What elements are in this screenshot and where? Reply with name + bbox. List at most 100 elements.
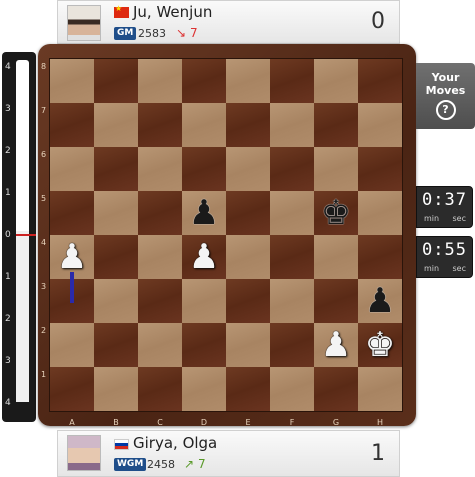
square-a1[interactable] — [50, 367, 94, 411]
evaluation-tick: 4 — [5, 398, 11, 408]
top-player-score: 0 — [371, 9, 385, 34]
square-g7[interactable] — [314, 103, 358, 147]
top-clock-time: 0:37 — [422, 190, 467, 210]
square-c3[interactable] — [138, 279, 182, 323]
square-h6[interactable] — [358, 147, 402, 191]
square-b7[interactable] — [94, 103, 138, 147]
square-c6[interactable] — [138, 147, 182, 191]
square-g6[interactable] — [314, 147, 358, 191]
white-pawn-g2[interactable]: ♟ — [314, 323, 358, 367]
square-h8[interactable] — [358, 59, 402, 103]
square-d7[interactable] — [182, 103, 226, 147]
square-b1[interactable] — [94, 367, 138, 411]
square-d4[interactable]: ♟ — [182, 235, 226, 279]
square-e8[interactable] — [226, 59, 270, 103]
square-g2[interactable]: ♟ — [314, 323, 358, 367]
bottom-clock-time: 0:55 — [422, 240, 467, 260]
square-g4[interactable] — [314, 235, 358, 279]
bottom-player-clock: 0:55 min sec — [416, 236, 473, 278]
white-king-h2[interactable]: ♚ — [358, 323, 402, 367]
top-player-rating: 2583 — [138, 27, 166, 40]
square-c8[interactable] — [138, 59, 182, 103]
square-f1[interactable] — [270, 367, 314, 411]
top-player-rating-change: 7 — [190, 26, 198, 40]
russia-flag-icon — [114, 439, 129, 450]
square-g5[interactable]: ♚ — [314, 191, 358, 235]
square-f7[interactable] — [270, 103, 314, 147]
your-moves-button[interactable]: Your Moves ? — [416, 63, 475, 129]
square-f5[interactable] — [270, 191, 314, 235]
square-b6[interactable] — [94, 147, 138, 191]
square-g3[interactable] — [314, 279, 358, 323]
top-player-avatar[interactable] — [67, 5, 101, 41]
top-player-name[interactable]: Ju, Wenjun — [133, 3, 212, 21]
square-d3[interactable] — [182, 279, 226, 323]
square-d1[interactable] — [182, 367, 226, 411]
square-d8[interactable] — [182, 59, 226, 103]
rank-label-1: 1 — [41, 370, 47, 379]
black-pawn-h3[interactable]: ♟ — [358, 279, 402, 323]
rank-label-2: 2 — [41, 326, 47, 335]
top-player-bar: Ju, Wenjun GM 2583 ↘ 7 0 — [57, 0, 400, 44]
square-f2[interactable] — [270, 323, 314, 367]
evaluation-tick: 3 — [5, 104, 11, 114]
rating-down-arrow-icon: ↘ — [176, 26, 187, 40]
square-c7[interactable] — [138, 103, 182, 147]
square-g8[interactable] — [314, 59, 358, 103]
square-b8[interactable] — [94, 59, 138, 103]
square-c5[interactable] — [138, 191, 182, 235]
square-h3[interactable]: ♟ — [358, 279, 402, 323]
square-f4[interactable] — [270, 235, 314, 279]
square-a8[interactable] — [50, 59, 94, 103]
evaluation-tick: 4 — [5, 62, 11, 72]
last-move-arrow — [70, 272, 74, 303]
square-h4[interactable] — [358, 235, 402, 279]
square-b2[interactable] — [94, 323, 138, 367]
square-a2[interactable] — [50, 323, 94, 367]
black-king-g5[interactable]: ♚ — [314, 191, 358, 235]
top-player-title-badge: GM — [114, 27, 137, 40]
square-e1[interactable] — [226, 367, 270, 411]
rank-label-6: 6 — [41, 150, 47, 159]
bottom-clock-min-label: min — [424, 264, 440, 273]
bottom-player-name[interactable]: Girya, Olga — [133, 434, 217, 452]
top-player-clock: 0:37 min sec — [416, 186, 473, 228]
evaluation-zero-marker — [16, 234, 36, 236]
square-e5[interactable] — [226, 191, 270, 235]
white-pawn-d4[interactable]: ♟ — [182, 235, 226, 279]
square-d6[interactable] — [182, 147, 226, 191]
square-f6[interactable] — [270, 147, 314, 191]
square-e6[interactable] — [226, 147, 270, 191]
square-d2[interactable] — [182, 323, 226, 367]
square-e7[interactable] — [226, 103, 270, 147]
black-pawn-d5[interactable]: ♟ — [182, 191, 226, 235]
square-a7[interactable] — [50, 103, 94, 147]
top-clock-sec-label: sec — [452, 214, 467, 223]
square-b3[interactable] — [94, 279, 138, 323]
square-c2[interactable] — [138, 323, 182, 367]
square-h5[interactable] — [358, 191, 402, 235]
square-e4[interactable] — [226, 235, 270, 279]
square-b5[interactable] — [94, 191, 138, 235]
square-e2[interactable] — [226, 323, 270, 367]
square-c1[interactable] — [138, 367, 182, 411]
square-h2[interactable]: ♚ — [358, 323, 402, 367]
square-f3[interactable] — [270, 279, 314, 323]
square-f8[interactable] — [270, 59, 314, 103]
help-icon[interactable]: ? — [435, 100, 456, 120]
square-a5[interactable] — [50, 191, 94, 235]
square-a6[interactable] — [50, 147, 94, 191]
square-e3[interactable] — [226, 279, 270, 323]
square-g1[interactable] — [314, 367, 358, 411]
chess-board[interactable]: ♟ ♚ ♟ ♟ ♟ ♟ ♚ — [50, 59, 402, 411]
evaluation-tick: 0 — [5, 230, 11, 240]
square-c4[interactable] — [138, 235, 182, 279]
square-h1[interactable] — [358, 367, 402, 411]
bottom-player-score: 1 — [371, 441, 385, 466]
rank-label-3: 3 — [41, 282, 47, 291]
square-d5[interactable]: ♟ — [182, 191, 226, 235]
bottom-player-avatar[interactable] — [67, 435, 101, 471]
square-b4[interactable] — [94, 235, 138, 279]
rank-label-7: 7 — [41, 106, 47, 115]
square-h7[interactable] — [358, 103, 402, 147]
